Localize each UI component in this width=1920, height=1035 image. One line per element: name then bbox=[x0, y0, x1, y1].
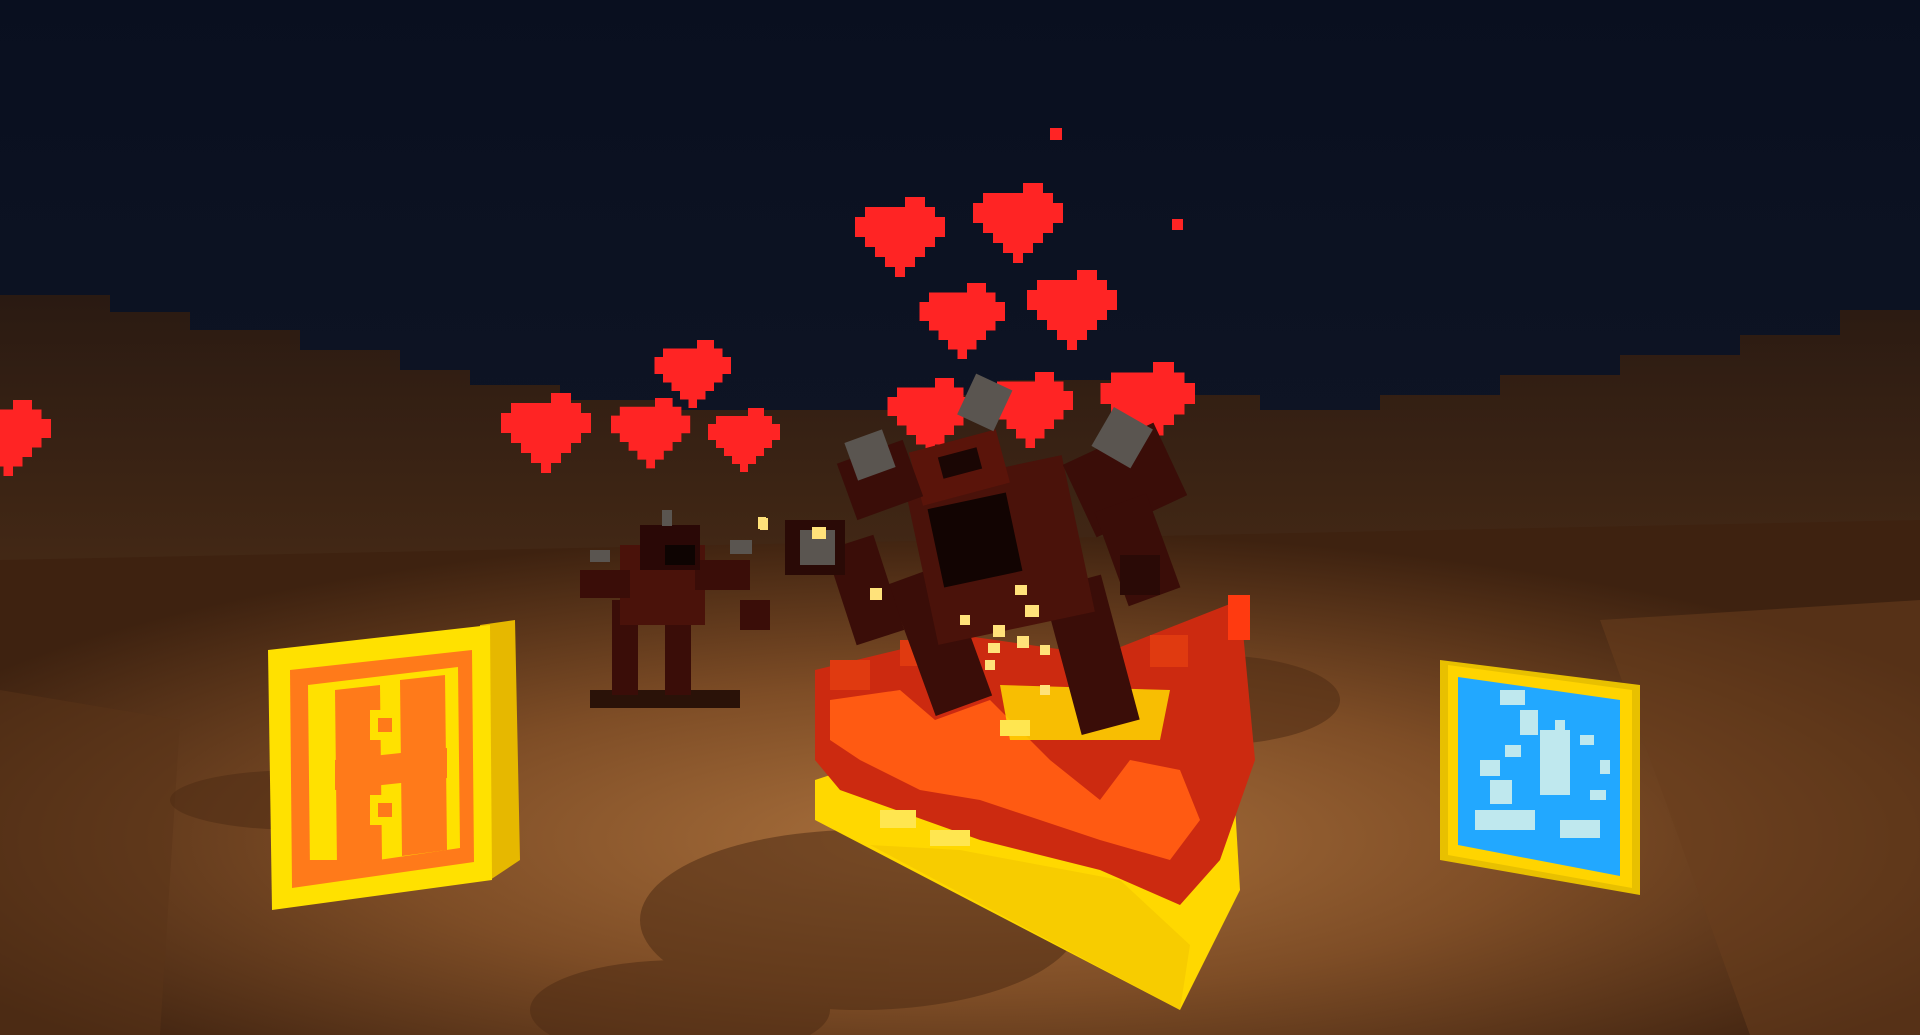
distant-particle bbox=[758, 517, 766, 529]
heart-particle bbox=[1050, 128, 1062, 140]
heart-particle bbox=[1172, 219, 1183, 230]
h-crate-icon bbox=[268, 620, 520, 910]
game-world bbox=[0, 0, 1920, 1035]
ice-crystal-icon bbox=[1440, 660, 1640, 895]
game-viewport[interactable] bbox=[0, 0, 1920, 1035]
floor-shading-left bbox=[0, 690, 180, 1035]
